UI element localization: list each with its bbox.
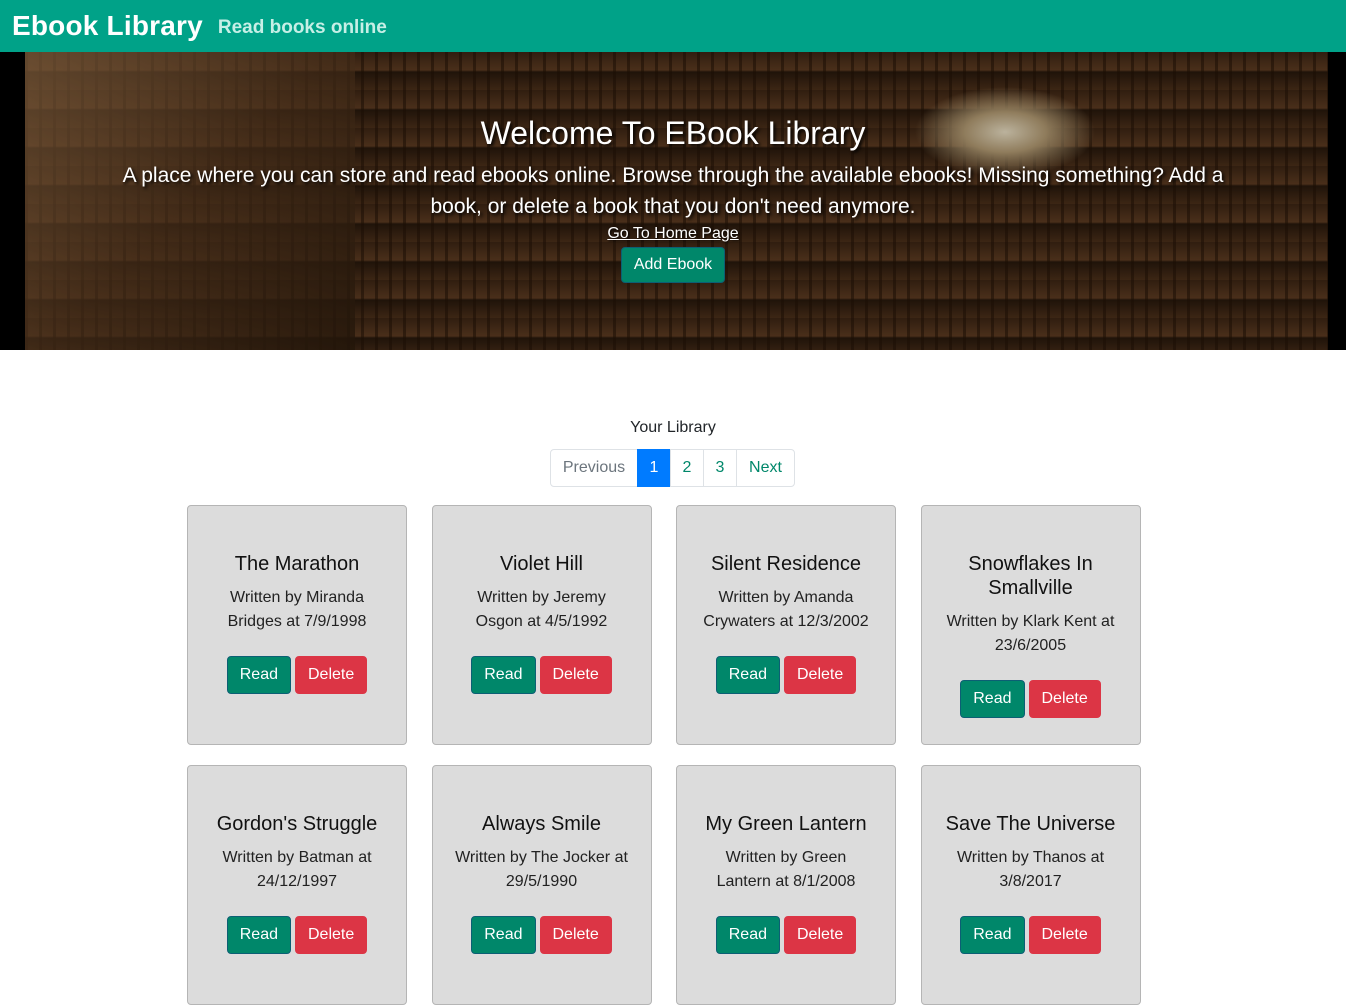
hero-banner: Welcome To EBook Library A place where y… <box>0 52 1346 350</box>
pagination-page-2[interactable]: 2 <box>670 449 704 487</box>
hero-title: Welcome To EBook Library <box>480 115 866 151</box>
pagination: Previous 1 2 3 Next <box>0 449 1346 487</box>
book-actions: Read Delete <box>453 656 631 694</box>
pagination-previous[interactable]: Previous <box>550 449 638 487</box>
read-button[interactable]: Read <box>226 916 291 954</box>
book-actions: Read Delete <box>453 916 631 954</box>
book-title: Violet Hill <box>500 553 583 575</box>
hero-description: A place where you can store and read ebo… <box>122 164 1224 218</box>
book-card: Violet Hill Written by Jeremy Osgon at 4… <box>431 505 652 745</box>
delete-button[interactable]: Delete <box>1028 916 1101 954</box>
book-actions: Read Delete <box>697 656 875 694</box>
read-button[interactable]: Read <box>471 656 536 694</box>
book-actions: Read Delete <box>208 656 386 694</box>
pagination-next[interactable]: Next <box>736 449 795 487</box>
pagination-page-1[interactable]: 1 <box>637 449 671 487</box>
delete-button[interactable]: Delete <box>784 916 857 954</box>
brand-tagline: Read books online <box>217 17 387 38</box>
delete-button[interactable]: Delete <box>1028 680 1101 718</box>
read-button[interactable]: Read <box>715 656 780 694</box>
book-card: Save The Universe Written by Thanos at 3… <box>920 765 1141 1005</box>
book-byline: Written by Green Lantern at 8/1/2008 <box>716 849 856 890</box>
book-card: Always Smile Written by The Jocker at 29… <box>431 765 652 1005</box>
hero-content: Welcome To EBook Library A place where y… <box>0 52 1346 283</box>
book-actions: Read Delete <box>697 916 875 954</box>
delete-button[interactable]: Delete <box>295 656 368 694</box>
book-actions: Read Delete <box>208 916 386 954</box>
book-card: The Marathon Written by Miranda Bridges … <box>187 505 407 745</box>
book-byline: Written by Amanda Crywaters at 12/3/2002 <box>703 589 869 630</box>
book-grid: The Marathon Written by Miranda Bridges … <box>187 505 1141 1005</box>
read-button[interactable]: Read <box>960 680 1025 718</box>
book-card: Snowflakes In Smallville Written by Klar… <box>920 505 1141 745</box>
book-byline: Written by Miranda Bridges at 7/9/1998 <box>227 589 367 630</box>
brand-title[interactable]: Ebook Library <box>12 10 203 42</box>
book-title: The Marathon <box>234 553 360 575</box>
delete-button[interactable]: Delete <box>539 916 612 954</box>
book-actions: Read Delete <box>942 916 1120 954</box>
pagination-page-3[interactable]: 3 <box>703 449 737 487</box>
book-byline: Written by Batman at 24/12/1997 <box>222 849 372 890</box>
book-title: Save The Universe <box>945 813 1116 835</box>
book-actions: Read Delete <box>942 680 1120 718</box>
book-byline: Written by The Jocker at 29/5/1990 <box>455 849 628 890</box>
read-button[interactable]: Read <box>715 916 780 954</box>
book-card: My Green Lantern Written by Green Lanter… <box>676 765 896 1005</box>
book-byline: Written by Jeremy Osgon at 4/5/1992 <box>475 589 608 630</box>
read-button[interactable]: Read <box>960 916 1025 954</box>
book-byline: Written by Thanos at 3/8/2017 <box>956 849 1105 890</box>
read-button[interactable]: Read <box>226 656 291 694</box>
book-card: Silent Residence Written by Amanda Crywa… <box>676 505 896 745</box>
book-card: Gordon's Struggle Written by Batman at 2… <box>187 765 407 1005</box>
delete-button[interactable]: Delete <box>295 916 368 954</box>
delete-button[interactable]: Delete <box>539 656 612 694</box>
home-page-link[interactable]: Go To Home Page <box>607 225 738 243</box>
book-byline: Written by Klark Kent at 23/6/2005 <box>946 613 1115 654</box>
library-title: Your Library <box>630 419 716 436</box>
book-title: Always Smile <box>482 813 601 835</box>
add-ebook-button[interactable]: Add Ebook <box>621 247 725 283</box>
book-title: My Green Lantern <box>705 813 867 835</box>
book-title: Silent Residence <box>710 553 862 575</box>
top-navbar: Ebook Library Read books online <box>0 0 1346 52</box>
delete-button[interactable]: Delete <box>784 656 857 694</box>
book-title: Gordon's Struggle <box>216 813 378 835</box>
read-button[interactable]: Read <box>471 916 536 954</box>
book-title: Snowflakes In Smallville <box>968 553 1093 599</box>
